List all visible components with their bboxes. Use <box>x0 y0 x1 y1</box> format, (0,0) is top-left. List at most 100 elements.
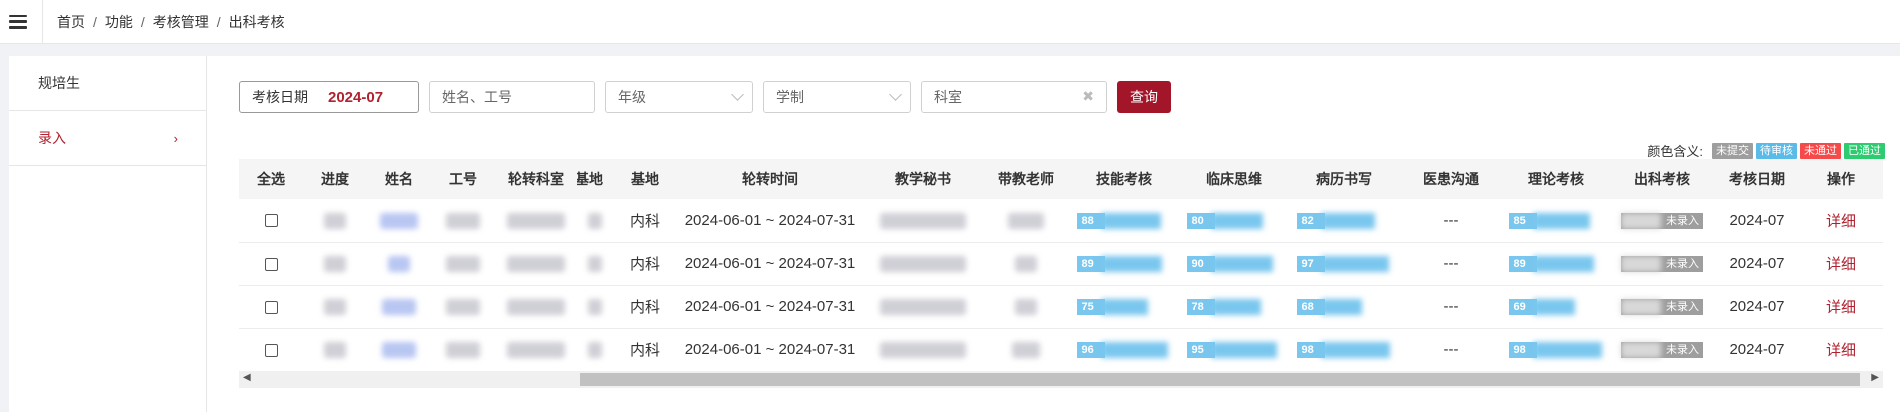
scroll-left-icon[interactable]: ◀ <box>243 372 251 383</box>
detail-link[interactable]: 详细 <box>1826 299 1856 316</box>
redacted-rotation-dept <box>507 256 565 273</box>
sidebar-item-label: 规培生 <box>38 75 80 91</box>
grade-select[interactable]: 年级 <box>605 81 753 113</box>
skill-cell: 75 <box>1069 285 1179 329</box>
exit-status-bar: 未录入 <box>1621 342 1703 359</box>
sidebar-item-trainees[interactable]: 规培生 <box>9 56 206 111</box>
name-id-input[interactable]: 姓名、工号 <box>429 81 595 113</box>
exit-status-bar: 未录入 <box>1621 256 1703 273</box>
base-partial-cell <box>577 285 613 329</box>
legend-failed: 未通过 <box>1800 142 1841 159</box>
detail-link[interactable]: 详细 <box>1826 213 1856 230</box>
score-value: 98 <box>1301 344 1314 357</box>
legend-pending-review: 待审核 <box>1756 142 1797 159</box>
redacted-secretary <box>880 342 966 359</box>
redacted-exit <box>1621 342 1661 359</box>
redacted-name-link[interactable] <box>382 342 416 359</box>
assessment-date-picker[interactable]: 考核日期 2024-07 <box>239 81 419 113</box>
sidebar-item-entry[interactable]: 录入 › <box>9 111 206 166</box>
main-panel: 规培生 录入 › 考核日期 2024-07 姓名、工号 年级 学制 科室 ✖ 查… <box>9 56 1900 412</box>
exit-cell: 未录入 <box>1609 328 1715 372</box>
col-base: 基地 <box>613 159 677 199</box>
education-system-select[interactable]: 学制 <box>763 81 911 113</box>
skill-cell: 96 <box>1069 328 1179 372</box>
col-select-all[interactable]: 全选 <box>239 159 303 199</box>
scrollbar-thumb[interactable] <box>580 373 1860 386</box>
hamburger-icon <box>9 14 27 29</box>
redacted-name-link[interactable] <box>382 299 416 316</box>
clear-icon[interactable]: ✖ <box>1082 88 1094 105</box>
department-select[interactable]: 科室 ✖ <box>921 81 1107 113</box>
breadcrumb-functions[interactable]: 功能 <box>105 12 133 32</box>
record-cell: 82 <box>1289 199 1399 243</box>
score-value: 90 <box>1191 258 1204 271</box>
progress-cell <box>303 285 367 329</box>
horizontal-scrollbar[interactable]: ◀ ▶ <box>239 371 1883 388</box>
skill-score-bar: 96 <box>1076 342 1172 359</box>
teaching-secretary-cell <box>863 285 983 329</box>
actions-cell: 详细 <box>1799 242 1883 286</box>
row-checkbox[interactable] <box>264 343 278 357</box>
redacted-name-link[interactable] <box>380 212 418 229</box>
redacted-base <box>588 212 602 229</box>
redacted-exit <box>1621 299 1661 316</box>
row-checkbox[interactable] <box>264 214 278 228</box>
menu-toggle-button[interactable] <box>0 0 36 44</box>
redacted-name-link[interactable] <box>388 256 410 273</box>
clinical-cell: 90 <box>1179 242 1289 286</box>
sidebar: 规培生 录入 › <box>9 56 207 412</box>
breadcrumb-home[interactable]: 首页 <box>57 12 85 32</box>
score-bar-tail <box>1100 212 1161 229</box>
breadcrumb-assessment-management[interactable]: 考核管理 <box>153 12 209 32</box>
detail-link[interactable]: 详细 <box>1826 256 1856 273</box>
col-rotation-time: 轮转时间 <box>677 159 863 199</box>
table-header-row: 全选 进度 姓名 工号 轮转科室 基地 基地 轮转时间 教学秘书 带教老师 技能… <box>239 159 1883 199</box>
rotation-time-cell: 2024-06-01 ~ 2024-07-31 <box>677 242 863 286</box>
redacted-progress <box>324 212 346 229</box>
redacted-rotation-dept <box>507 212 565 229</box>
exit-status-label: 未录入 <box>1666 258 1699 271</box>
topbar-divider <box>42 0 43 44</box>
clinical-cell: 80 <box>1179 199 1289 243</box>
rotation-dept-cell <box>495 285 577 329</box>
score-value: 82 <box>1301 214 1314 227</box>
col-employee-id: 工号 <box>431 159 495 199</box>
redacted-exit <box>1621 212 1661 229</box>
color-legend: 颜色含义: 未提交 待审核 未通过 已通过 <box>1647 141 1885 160</box>
name-id-placeholder: 姓名、工号 <box>442 89 512 105</box>
communication-cell: --- <box>1399 328 1503 372</box>
actions-cell: 详细 <box>1799 199 1883 243</box>
department-value: 科室 <box>934 89 962 105</box>
theory-score-bar: 89 <box>1508 256 1604 273</box>
redacted-employee-id <box>446 342 480 359</box>
row-checkbox[interactable] <box>264 257 278 271</box>
assessment-date-cell: 2024-07 <box>1715 199 1799 243</box>
scroll-right-icon[interactable]: ▶ <box>1871 372 1879 383</box>
progress-cell <box>303 242 367 286</box>
chevron-down-icon <box>731 88 744 101</box>
breadcrumb: 首页 / 功能 / 考核管理 / 出科考核 <box>57 12 285 32</box>
skill-score-bar: 75 <box>1076 299 1172 316</box>
query-button[interactable]: 查询 <box>1117 81 1171 113</box>
score-bar-tail <box>1210 299 1261 316</box>
table-row: 内科 2024-06-01 ~ 2024-07-31 75 78 68 --- 69 未录入 2… <box>239 285 1883 329</box>
theory-score-bar: 69 <box>1508 299 1604 316</box>
clinical-score-bar: 80 <box>1186 212 1282 229</box>
row-checkbox[interactable] <box>264 300 278 314</box>
col-actions: 操作 <box>1799 159 1883 199</box>
base-partial-cell <box>577 328 613 372</box>
record-score-bar: 98 <box>1296 342 1392 359</box>
score-value: 95 <box>1191 344 1204 357</box>
employee-id-cell <box>431 328 495 372</box>
detail-link[interactable]: 详细 <box>1826 342 1856 359</box>
assessment-date-cell: 2024-07 <box>1715 242 1799 286</box>
teaching-secretary-cell <box>863 199 983 243</box>
score-bar-tail <box>1320 212 1375 229</box>
supervisor-cell <box>983 285 1069 329</box>
table-row: 内科 2024-06-01 ~ 2024-07-31 96 95 98 --- 98 未录入 2… <box>239 328 1883 372</box>
exit-cell: 未录入 <box>1609 199 1715 243</box>
col-medical-record: 病历书写 <box>1289 159 1399 199</box>
score-value: 75 <box>1081 301 1094 314</box>
communication-cell: --- <box>1399 285 1503 329</box>
score-bar-tail <box>1320 256 1389 273</box>
